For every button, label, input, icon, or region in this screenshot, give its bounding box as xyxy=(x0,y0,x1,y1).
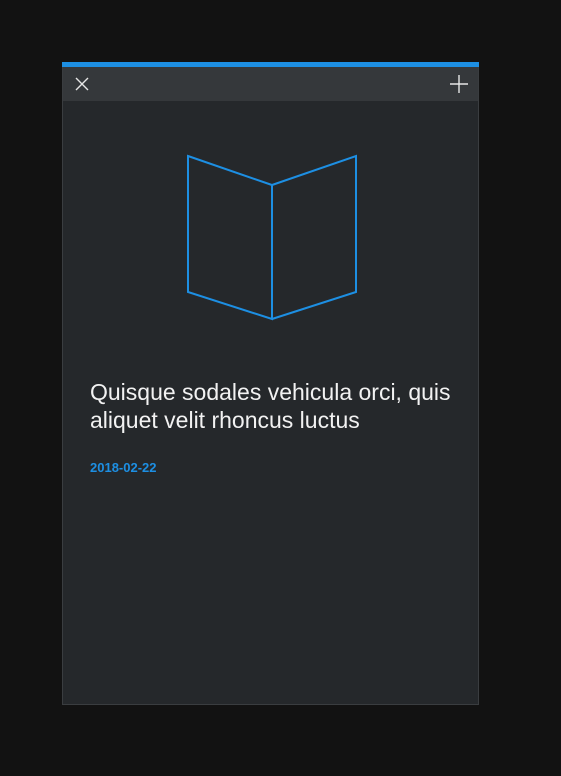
open-book-icon xyxy=(187,154,357,321)
close-button[interactable] xyxy=(65,67,99,101)
card-date: 2018-02-22 xyxy=(90,460,157,475)
card-toolbar xyxy=(63,67,478,101)
add-button[interactable] xyxy=(442,67,476,101)
card-title: Quisque sodales vehicula orci, quis aliq… xyxy=(90,379,451,433)
plus-icon xyxy=(450,75,468,93)
close-icon xyxy=(75,77,89,91)
detail-card: Quisque sodales vehicula orci, quis aliq… xyxy=(62,62,479,705)
